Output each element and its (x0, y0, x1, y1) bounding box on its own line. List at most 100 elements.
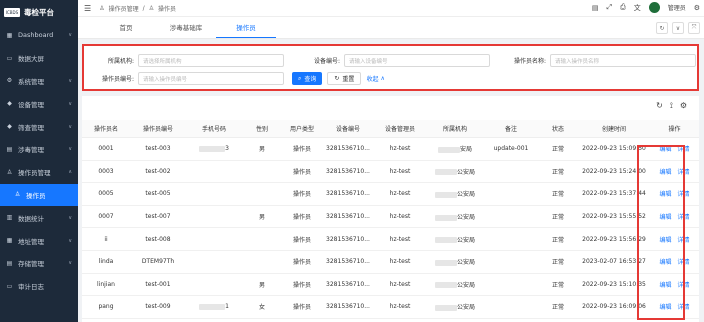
settings-gear-icon[interactable]: ⚙ (694, 4, 700, 12)
cell-no: test-008 (145, 235, 171, 243)
operator-name-input[interactable]: 请输入操作员名称 (550, 54, 696, 67)
tab-home[interactable]: 首页 (96, 18, 156, 38)
redacted-mask (434, 259, 457, 266)
operations-highlight (637, 145, 685, 320)
redacted-mask (434, 282, 457, 289)
cell-device: 3281536710... (326, 190, 370, 198)
sidebar-item-label: 涉毒管理 (18, 146, 44, 155)
cell-status: 正常 (551, 259, 564, 267)
gear-icon: ⚙ (6, 77, 13, 85)
fullscreen-icon[interactable]: ⤢ (606, 3, 612, 12)
table-row: linda DTEM97Th 操作员 3281536710... hz-test 公安局 正… (82, 251, 699, 274)
sidebar-item-label: 操作员管理 (18, 169, 51, 178)
cell-type: 操作员 (292, 281, 311, 289)
column-header: 操作员名 (93, 126, 118, 133)
sidebar-item-10[interactable]: ▤ 存储管理 ∨ (0, 252, 78, 275)
sidebar-item-6[interactable]: ♙ 操作员管理 ∧ (0, 161, 78, 184)
cell-status: 正常 (551, 168, 564, 176)
cell-device: 3281536710... (326, 258, 370, 266)
redacted-mask (434, 169, 457, 176)
sidebar-item-0[interactable]: ▦ Dashboard ∨ (0, 24, 78, 47)
query-button-label: 查询 (304, 76, 317, 83)
sidebar-item-2[interactable]: ⚙ 系统管理 ∨ (0, 70, 78, 93)
document-icon[interactable]: ▤ (592, 4, 599, 12)
cell-org: 公安局 (426, 235, 484, 244)
table-row: 0005 test-005 操作员 3281536710... hz-test 公安局 正常… (82, 183, 699, 206)
collapse-toggle[interactable]: 收起 ∧ (366, 74, 384, 83)
device-filter: 设备编号: 请输入设备编号 (302, 54, 490, 67)
app-name: 毒检平台 (24, 7, 54, 17)
chart-icon: ▥ (6, 214, 13, 222)
column-header: 创建时间 (601, 126, 626, 133)
chevron-down-icon: ∨ (68, 214, 72, 221)
chevron-down-icon: ∨ (68, 237, 72, 244)
cell-admin: hz-test (389, 190, 411, 198)
avatar[interactable] (648, 2, 660, 13)
sidebar-item-3[interactable]: ◆ 设备管理 ∨ (0, 92, 78, 115)
breadcrumb-item-parent[interactable]: 操作员管理 (109, 4, 139, 13)
sidebar-item-9[interactable]: ▦ 地址管理 ∨ (0, 229, 78, 252)
cell-device: 3281536710... (326, 303, 370, 311)
tab-operator[interactable]: 操作员 (216, 18, 276, 38)
translate-icon[interactable]: 文 (634, 3, 641, 13)
chevron-down-icon: ∨ (68, 32, 72, 39)
redacted-mask (437, 146, 460, 153)
cell-status: 正常 (551, 191, 564, 199)
cell-name: 0007 (98, 213, 114, 221)
sidebar-item-5[interactable]: ▤ 涉毒管理 ∨ (0, 138, 78, 161)
sidebar-item-1[interactable]: ▭ 数据大屏 (0, 47, 78, 70)
map-icon: ▦ (6, 237, 13, 245)
sidebar-item-7[interactable]: ♙ 操作员 (0, 183, 78, 207)
cell-name: 0003 (98, 167, 114, 175)
operator-no-input[interactable]: 请输入操作员编号 (138, 72, 284, 85)
tab-bar: 首页 涉毒基础库 操作员 ↻ ∨ ⤧ (78, 17, 704, 39)
cell-status: 正常 (551, 146, 564, 154)
cell-device: 3281536710... (326, 235, 370, 243)
user-icon: ♙ (6, 168, 13, 176)
device-input[interactable]: 请输入设备编号 (344, 54, 490, 67)
phone-suffix: 1 (225, 303, 229, 311)
sidebar-item-4[interactable]: ◆ 筛查管理 ∨ (0, 115, 78, 138)
chevron-down-icon: ∨ (68, 100, 72, 107)
cell-admin: hz-test (389, 167, 411, 175)
cell-no: test-003 (145, 145, 171, 153)
cell-admin: hz-test (389, 145, 411, 153)
cell-name: pang (98, 303, 114, 311)
table-header: 操作员名 操作员编号 手机号码 性别 用户类型 设备编号 设备管理员 所属机构 备注 状态 创建时间… (82, 120, 699, 138)
device-label: 设备编号: (313, 58, 340, 65)
grid-icon: ▦ (6, 31, 13, 39)
cell-org: 公安局 (426, 257, 484, 266)
maximize-icon[interactable]: ⤧ (688, 22, 700, 34)
reset-button[interactable]: ↻ 重置 (327, 72, 362, 85)
sidebar-item-8[interactable]: ▥ 数据统计 ∨ (0, 206, 78, 229)
org-suffix: 公安局 (456, 168, 475, 176)
cell-type: 操作员 (292, 168, 311, 176)
monitor-icon: ▭ (6, 54, 13, 62)
cell-name: ii (104, 235, 108, 243)
column-height-icon[interactable]: ⟟ (670, 101, 673, 111)
menu-toggle-icon[interactable]: ☰ (84, 4, 91, 13)
org-select[interactable]: 请选择所属机构 (138, 54, 284, 67)
refresh-tab-icon[interactable]: ↻ (656, 22, 668, 34)
table-row: pang test-009 1 女 操作员 3281536710... hz-test 公安局… (82, 296, 699, 319)
column-header: 备注 (504, 126, 517, 133)
print-icon[interactable]: ⎙ (620, 3, 626, 12)
cell-org: 公安局 (426, 280, 484, 289)
chevron-down-icon[interactable]: ∨ (672, 22, 684, 34)
cell-status: 正常 (551, 304, 564, 312)
chevron-down-icon: ∨ (68, 77, 72, 84)
cell-name: linda (98, 258, 114, 266)
refresh-icon[interactable]: ↻ (656, 101, 663, 111)
sidebar-item-11[interactable]: ▭ 审计日志 (0, 275, 78, 298)
table-row: 0007 test-007 男 操作员 3281536710... hz-test 公安局 正… (82, 206, 699, 229)
column-header: 性别 (255, 126, 268, 133)
user-name[interactable]: 管理员 (668, 3, 686, 12)
breadcrumb-home-icon: ♙ (99, 4, 105, 12)
column-settings-icon[interactable]: ⚙ (680, 101, 687, 111)
tab-tools: ↻ ∨ ⤧ (656, 22, 700, 34)
query-button[interactable]: ⌕ 查询 (292, 72, 323, 85)
sidebar: ICBDS 毒检平台 ▦ Dashboard ∨ ▭ 数据大屏 ⚙ 系统管理 ∨ ◆ 设备管理 ∨ ◆… (0, 0, 78, 322)
search-icon: ⌕ (298, 74, 302, 82)
tab-drug-base[interactable]: 涉毒基础库 (156, 18, 216, 38)
cell-no: DTEM97Th (141, 258, 175, 266)
